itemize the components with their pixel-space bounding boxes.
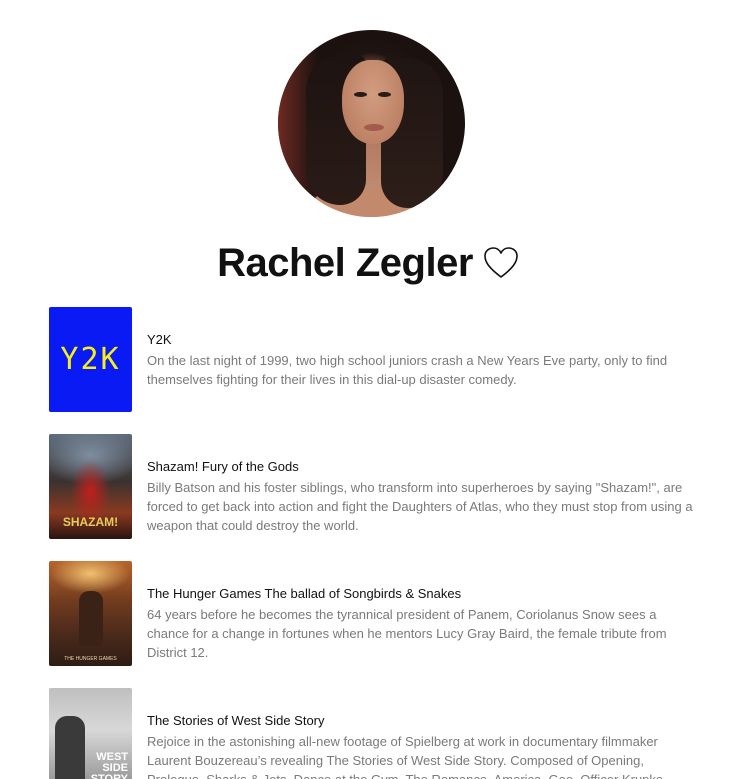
movie-poster[interactable]: Y2K [49,307,132,412]
movie-item[interactable]: Y2K Y2K On the last night of 1999, two h… [49,307,699,434]
movie-poster[interactable]: SHAZAM! [49,434,132,539]
movie-title[interactable]: Y2K [147,332,699,348]
poster-title: Y2K [60,342,121,377]
poster-title: THE HUNGER GAMES [64,656,117,662]
movie-description: On the last night of 1999, two high scho… [147,353,668,387]
name-row: Rachel Zegler [0,238,736,288]
heart-icon[interactable] [483,246,519,280]
movie-info: The Stories of West Side Story Rejoice i… [147,688,699,779]
movie-item[interactable]: SHAZAM! Shazam! Fury of the Gods Billy B… [49,434,699,561]
movie-list: Y2K Y2K On the last night of 1999, two h… [49,307,699,779]
actor-profile-page: Rachel Zegler Y2K Y2K On the last night … [0,0,736,779]
actor-name: Rachel Zegler [217,241,473,285]
movie-title[interactable]: Shazam! Fury of the Gods [147,459,699,475]
movie-title[interactable]: The Stories of West Side Story [147,713,699,729]
movie-item[interactable]: THE HUNGER GAMES The Hunger Games The ba… [49,561,699,688]
actor-avatar [278,30,465,217]
movie-info: Y2K On the last night of 1999, two high … [147,307,699,389]
movie-poster[interactable]: WEST SIDE STORY [49,688,132,779]
poster-figure [55,716,85,779]
movie-info: The Hunger Games The ballad of Songbirds… [147,561,699,662]
poster-figure [79,591,103,646]
movie-title[interactable]: The Hunger Games The ballad of Songbirds… [147,586,699,602]
avatar-eye-right [378,92,391,97]
movie-description: Billy Batson and his foster siblings, wh… [147,480,693,533]
avatar-lips [364,124,384,131]
movie-description: 64 years before he becomes the tyrannica… [147,607,667,660]
movie-poster[interactable]: THE HUNGER GAMES [49,561,132,666]
movie-info: Shazam! Fury of the Gods Billy Batson an… [147,434,699,535]
poster-title: SHAZAM! [62,515,119,529]
poster-title: WEST SIDE STORY [90,751,128,779]
avatar-eye-left [354,92,367,97]
avatar-face [342,60,404,144]
movie-item[interactable]: WEST SIDE STORY The Stories of West Side… [49,688,699,779]
movie-description: Rejoice in the astonishing all-new foota… [147,734,667,779]
